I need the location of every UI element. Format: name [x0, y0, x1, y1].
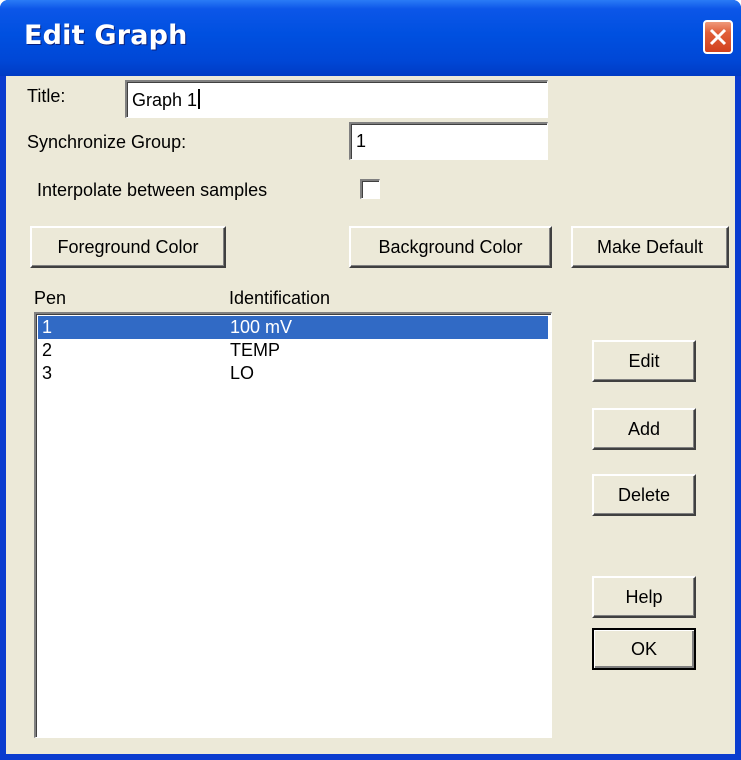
title-label: Title: — [27, 86, 66, 106]
background-color-button[interactable]: Background Color — [349, 226, 552, 268]
pen-identification: LO — [230, 363, 255, 383]
list-item[interactable]: 2 TEMP — [38, 339, 548, 362]
window-title: Edit Graph — [24, 20, 188, 51]
pen-identification: TEMP — [230, 340, 281, 360]
pen-number: 2 — [42, 340, 53, 360]
pen-list[interactable]: 1 100 mV 2 TEMP 3 LO — [34, 312, 552, 738]
edit-button[interactable]: Edit — [592, 340, 696, 382]
sync-group-value: 1 — [356, 131, 367, 151]
pen-column-header: Pen — [34, 288, 67, 308]
interpolate-label: Interpolate between samples — [37, 180, 268, 200]
help-button[interactable]: Help — [592, 576, 696, 618]
dialog-client-area: Title: Graph 1 Synchronize Group: 1 Inte… — [6, 76, 735, 754]
sync-group-input[interactable]: 1 — [349, 122, 548, 160]
interpolate-checkbox[interactable] — [360, 179, 380, 199]
pen-identification: 100 mV — [230, 317, 293, 337]
pen-number: 3 — [42, 363, 53, 383]
ok-button[interactable]: OK — [592, 628, 696, 670]
close-button[interactable] — [703, 20, 733, 54]
add-button[interactable]: Add — [592, 408, 696, 450]
foreground-color-button[interactable]: Foreground Color — [30, 226, 226, 268]
title-input-value: Graph 1 — [132, 90, 198, 110]
close-icon — [709, 28, 727, 46]
title-input[interactable]: Graph 1 — [125, 80, 548, 118]
edit-graph-window: Edit Graph Title: Graph 1 Synchronize Gr… — [0, 0, 741, 760]
title-bar[interactable]: Edit Graph — [0, 0, 741, 76]
pen-number: 1 — [42, 317, 53, 337]
identification-column-header: Identification — [229, 288, 331, 308]
list-item[interactable]: 1 100 mV — [38, 316, 548, 339]
list-item[interactable]: 3 LO — [38, 362, 548, 385]
sync-group-label: Synchronize Group: — [27, 132, 187, 152]
delete-button[interactable]: Delete — [592, 474, 696, 516]
make-default-button[interactable]: Make Default — [571, 226, 729, 268]
text-caret — [198, 89, 201, 109]
